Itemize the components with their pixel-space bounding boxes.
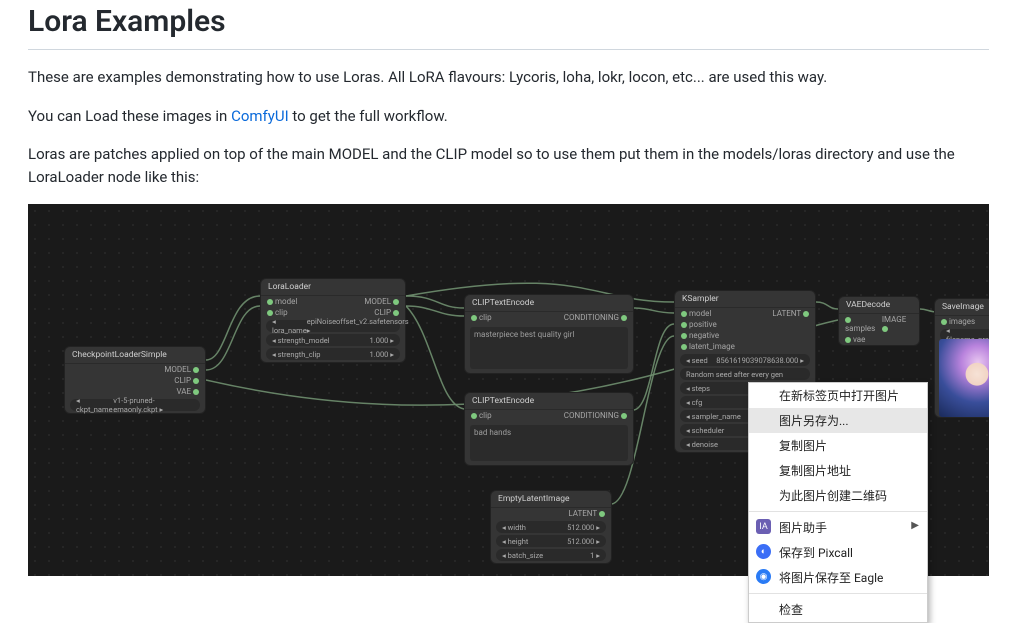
intro-p1: These are examples demonstrating how to … xyxy=(28,66,989,89)
page-title: Lora Examples xyxy=(28,0,989,50)
ctx-divider xyxy=(749,593,927,594)
node-title: VAEDecode xyxy=(839,297,919,314)
pill-seed[interactable]: seed8561619039078638.000 xyxy=(680,354,810,366)
node-lora-loader[interactable]: LoraLoader model MODEL clip CLIP lora_name… xyxy=(260,278,406,363)
prompt-text[interactable]: masterpiece best quality girl xyxy=(470,327,628,369)
node-title: CLIPTextEncode xyxy=(465,295,633,312)
node-title: SaveImage xyxy=(935,299,989,316)
node-title: CLIPTextEncode xyxy=(465,393,633,410)
slot-in-model: model xyxy=(275,297,297,306)
chevron-right-icon: ▶ xyxy=(911,520,919,531)
intro-p2a: You can Load these images in xyxy=(28,107,231,125)
ctx-copy-image-address[interactable]: 复制图片地址 xyxy=(749,458,927,483)
pill-random[interactable]: Random seed after every gen xyxy=(680,368,810,380)
node-title: EmptyLatentImage xyxy=(491,491,611,508)
ctx-save-eagle[interactable]: ◉ 将图片保存至 Eagle xyxy=(749,565,927,590)
comfyui-link[interactable]: ComfyUI xyxy=(231,107,289,125)
slot-in-clip: clip xyxy=(275,308,288,317)
node-title: KSampler xyxy=(675,291,815,308)
prompt-text[interactable]: bad hands xyxy=(470,425,628,461)
ctx-label: 保存到 Pixcall xyxy=(779,546,853,560)
pill-strength-model[interactable]: strength_model1.000 xyxy=(266,334,400,346)
pill-ckpt-name[interactable]: ckpt_namev1-5-pruned-emaonly.ckpt xyxy=(70,399,200,411)
node-empty-latent-image[interactable]: EmptyLatentImage LATENT width512.000 hei… xyxy=(490,490,612,564)
pill-batch[interactable]: batch_size1 xyxy=(496,549,606,561)
ia-icon: IA xyxy=(756,519,771,534)
ctx-label: 将图片保存至 Eagle xyxy=(779,571,883,585)
image-context-menu[interactable]: 在新标签页中打开图片 图片另存为... 复制图片 复制图片地址 为此图片创建二维… xyxy=(748,382,928,623)
slot-clip: CLIP xyxy=(174,376,191,385)
slot-in-vae: vae xyxy=(853,335,865,344)
intro-p3: Loras are patches applied on top of the … xyxy=(28,143,989,188)
node-clip-text-encode-negative[interactable]: CLIPTextEncode clip CONDITIONING bad hand… xyxy=(464,392,634,466)
pixcall-icon: ◐ xyxy=(756,544,771,559)
node-title: LoraLoader xyxy=(261,279,405,296)
pill-lora-name[interactable]: lora_nameepiNoiseoffset_v2.safetensors xyxy=(266,320,400,332)
ctx-copy-image[interactable]: 复制图片 xyxy=(749,433,927,458)
pill-height[interactable]: height512.000 xyxy=(496,535,606,547)
slot-out-clip: CLIP xyxy=(374,308,391,317)
slot-in-images: images xyxy=(949,317,975,326)
slot-in-samples: samples xyxy=(845,324,875,333)
slot-in-model: model xyxy=(689,309,711,318)
slot-in-clip: clip xyxy=(479,313,492,322)
slot-out-model: MODEL xyxy=(364,297,391,306)
node-save-image[interactable]: SaveImage images filename_prefixComfyUI xyxy=(934,298,989,418)
ctx-open-new-tab[interactable]: 在新标签页中打开图片 xyxy=(749,383,927,408)
intro-p2: You can Load these images in ComfyUI to … xyxy=(28,105,989,128)
ctx-create-qr[interactable]: 为此图片创建二维码 xyxy=(749,483,927,508)
ctx-save-pixcall[interactable]: ◐ 保存到 Pixcall xyxy=(749,540,927,565)
slot-model: MODEL xyxy=(164,365,191,374)
slot-out-latent: LATENT xyxy=(568,509,597,518)
slot-vae: VAE xyxy=(176,387,191,396)
eagle-icon: ◉ xyxy=(756,569,771,584)
slot-out-image: IMAGE xyxy=(882,315,906,324)
node-clip-text-encode-positive[interactable]: CLIPTextEncode clip CONDITIONING masterpi… xyxy=(464,294,634,374)
generated-image-thumb xyxy=(939,339,989,417)
slot-in-negative: negative xyxy=(689,331,719,340)
slot-out-cond: CONDITIONING xyxy=(564,313,619,322)
slot-out-latent: LATENT xyxy=(772,309,801,318)
pill-width[interactable]: width512.000 xyxy=(496,521,606,533)
pill-strength-clip[interactable]: strength_clip1.000 xyxy=(266,348,400,360)
ctx-inspect[interactable]: 检查 xyxy=(749,597,927,622)
slot-in-latent: latent_image xyxy=(689,342,735,351)
slot-in-positive: positive xyxy=(689,320,717,329)
ctx-label: 图片助手 xyxy=(779,521,827,535)
node-checkpoint-loader[interactable]: CheckpointLoaderSimple MODEL CLIP VAE ck… xyxy=(64,346,206,414)
slot-in-clip: clip xyxy=(479,411,492,420)
node-vae-decode[interactable]: VAEDecode samples IMAGE vae xyxy=(838,296,920,346)
node-title: CheckpointLoaderSimple xyxy=(65,347,205,364)
ctx-divider xyxy=(749,511,927,512)
slot-out-cond: CONDITIONING xyxy=(564,411,619,420)
ctx-save-image-as[interactable]: 图片另存为... xyxy=(749,408,927,433)
ctx-image-assistant[interactable]: IA 图片助手 ▶ xyxy=(749,515,927,540)
intro-p2b: to get the full workflow. xyxy=(289,107,448,125)
